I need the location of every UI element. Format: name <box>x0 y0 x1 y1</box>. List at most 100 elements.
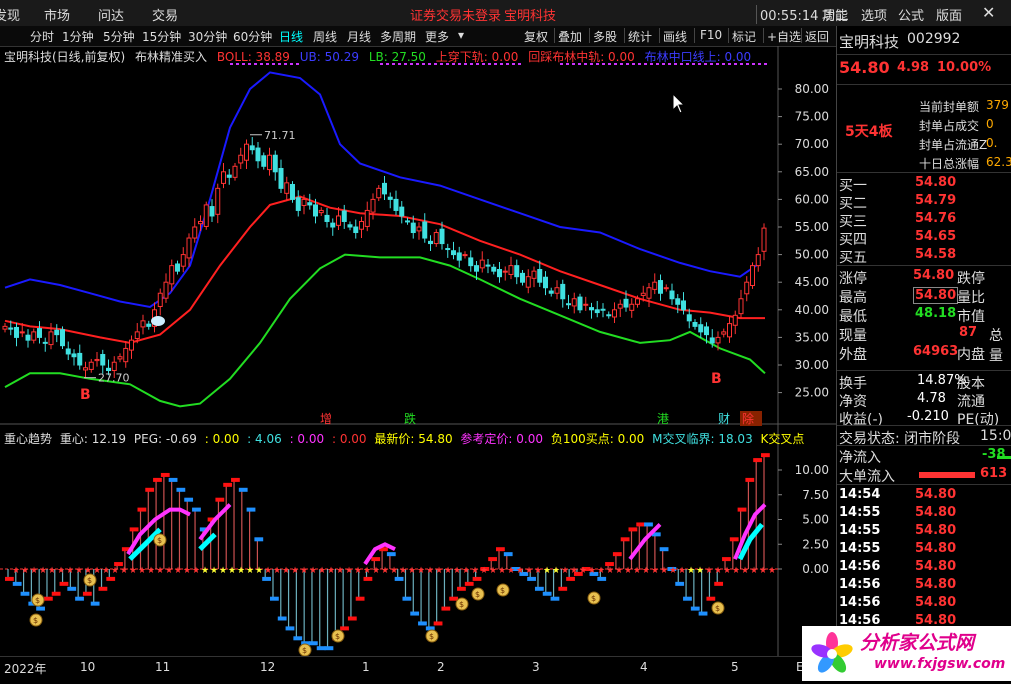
tab-weekly[interactable]: 周线 <box>313 28 337 45</box>
candle[interactable] <box>140 314 146 335</box>
tab-5min[interactable]: 5分钟 <box>103 28 135 45</box>
candle[interactable] <box>249 137 255 155</box>
candle[interactable] <box>83 361 88 378</box>
candle[interactable] <box>341 204 347 229</box>
close-icon[interactable]: ✕ <box>982 3 995 22</box>
candle[interactable] <box>347 221 353 231</box>
candle[interactable] <box>370 193 376 220</box>
candle[interactable] <box>42 337 48 352</box>
bid-row[interactable]: 买二 54.79 <box>837 193 1011 212</box>
candle[interactable] <box>88 358 94 373</box>
candle[interactable] <box>508 256 514 280</box>
tab-monthly[interactable]: 月线 <box>347 28 371 45</box>
candle[interactable] <box>278 159 284 194</box>
bid-row[interactable]: 买四 54.65 <box>837 229 1011 248</box>
candle[interactable] <box>272 150 278 181</box>
candle[interactable] <box>600 303 606 318</box>
candle[interactable] <box>755 247 761 272</box>
candle[interactable] <box>497 262 502 283</box>
statistics-button[interactable]: 统计 <box>628 28 652 45</box>
candle[interactable] <box>77 344 83 370</box>
candle[interactable] <box>324 207 330 228</box>
candle[interactable] <box>31 328 37 344</box>
candle[interactable] <box>54 324 60 343</box>
menu-formula[interactable]: 公式 <box>898 5 924 24</box>
candle[interactable] <box>520 270 525 286</box>
candle[interactable] <box>744 276 750 302</box>
candle[interactable] <box>732 310 738 335</box>
candle[interactable] <box>485 259 491 274</box>
candle[interactable] <box>416 222 422 240</box>
candle[interactable] <box>261 152 267 170</box>
candle[interactable] <box>267 147 272 176</box>
candle[interactable] <box>727 316 732 343</box>
candle[interactable] <box>129 335 134 359</box>
overlay-button[interactable]: 叠加 <box>558 28 582 45</box>
candle[interactable] <box>290 181 295 203</box>
candle[interactable] <box>71 349 77 366</box>
menu-discover[interactable]: 发现 <box>0 5 20 24</box>
event-label[interactable]: 跌 <box>404 411 416 426</box>
candle[interactable] <box>399 201 405 224</box>
tab-timeshare[interactable]: 分时 <box>30 28 54 45</box>
tab-30min[interactable]: 30分钟 <box>188 28 227 45</box>
candle[interactable] <box>60 326 65 349</box>
bid-row[interactable]: 买三 54.76 <box>837 211 1011 230</box>
candle[interactable] <box>531 266 537 288</box>
event-label[interactable]: 除 <box>742 411 754 426</box>
candle[interactable] <box>100 349 106 374</box>
candle[interactable] <box>336 207 341 231</box>
menu-options[interactable]: 选项 <box>861 5 887 24</box>
candle[interactable] <box>157 288 163 316</box>
candle[interactable] <box>65 341 71 361</box>
candle[interactable] <box>583 296 589 311</box>
candle[interactable] <box>244 139 249 170</box>
candle[interactable] <box>48 323 54 350</box>
candle[interactable] <box>232 162 238 181</box>
candle[interactable] <box>761 223 767 261</box>
candle[interactable] <box>525 269 531 294</box>
candle[interactable] <box>750 262 755 289</box>
candle[interactable] <box>255 141 261 169</box>
fuquan-button[interactable]: 复权 <box>524 28 548 45</box>
candle[interactable] <box>226 169 232 185</box>
candle[interactable] <box>146 320 152 330</box>
candle[interactable] <box>698 317 704 338</box>
menu-wenda[interactable]: 问达 <box>98 5 124 24</box>
candle[interactable] <box>468 250 474 272</box>
candle[interactable] <box>577 293 583 314</box>
candle[interactable] <box>353 219 359 239</box>
candle[interactable] <box>606 311 612 319</box>
candle[interactable] <box>721 328 727 338</box>
candle[interactable] <box>37 321 42 344</box>
bid-row[interactable]: 买五 54.58 <box>837 247 1011 266</box>
candle[interactable] <box>422 213 428 243</box>
candle[interactable] <box>543 271 548 296</box>
candle[interactable] <box>560 279 566 308</box>
candle[interactable] <box>203 201 209 230</box>
candle[interactable] <box>2 323 8 333</box>
candle[interactable] <box>284 176 290 201</box>
candle[interactable] <box>663 284 669 292</box>
menu-function[interactable]: 功能 <box>822 5 848 24</box>
candle[interactable] <box>433 229 439 247</box>
candle[interactable] <box>359 216 364 239</box>
candle[interactable] <box>514 259 520 285</box>
sub-indicator-name[interactable]: 重心趋势 <box>4 432 52 446</box>
menu-market[interactable]: 市场 <box>44 5 70 24</box>
candle[interactable] <box>692 319 698 330</box>
candle[interactable] <box>456 246 462 268</box>
candle[interactable] <box>617 299 623 317</box>
candle[interactable] <box>387 192 393 209</box>
candle[interactable] <box>445 243 451 258</box>
candle[interactable] <box>175 260 180 275</box>
candle[interactable] <box>382 175 387 200</box>
candle[interactable] <box>428 235 433 252</box>
candle[interactable] <box>169 259 175 292</box>
candle[interactable] <box>451 241 456 260</box>
login-status[interactable]: 证券交易未登录 <box>410 5 501 24</box>
tab-more[interactable]: 更多 <box>425 28 449 45</box>
tab-15min[interactable]: 15分钟 <box>142 28 181 45</box>
mark-button[interactable]: 标记 <box>732 28 756 45</box>
candle[interactable] <box>364 201 370 232</box>
